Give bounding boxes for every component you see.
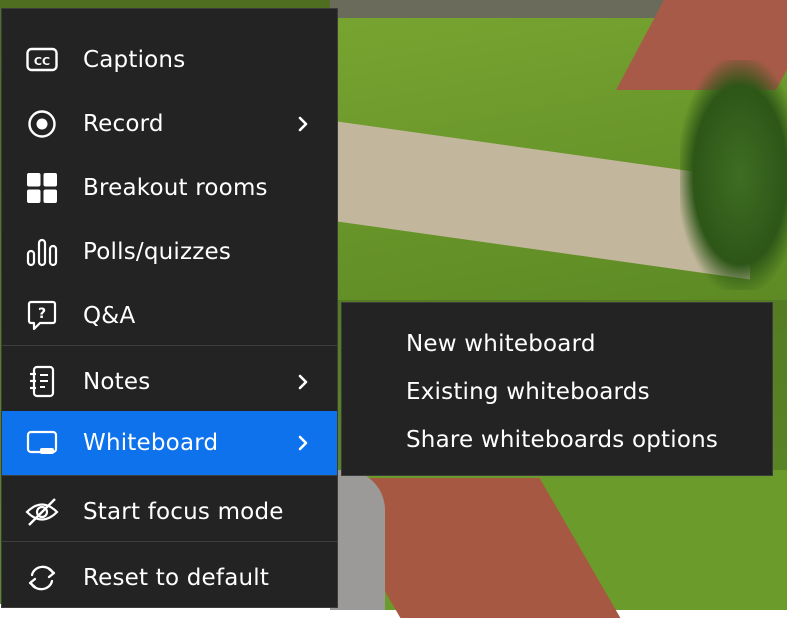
menu-item-label: Start focus mode bbox=[83, 499, 284, 525]
chevron-right-icon bbox=[295, 372, 311, 392]
svg-text:?: ? bbox=[38, 306, 46, 322]
menu-divider bbox=[2, 345, 337, 346]
reset-icon bbox=[24, 560, 60, 596]
menu-divider bbox=[2, 541, 337, 542]
menu-item-reset-to-default[interactable]: Reset to default bbox=[2, 546, 337, 610]
menu-item-breakout-rooms[interactable]: Breakout rooms bbox=[2, 156, 337, 220]
qa-icon: ? bbox=[24, 298, 60, 334]
focus-mode-icon bbox=[24, 494, 60, 530]
menu-item-label: Polls/quizzes bbox=[83, 239, 232, 265]
menu-item-label: Q&A bbox=[83, 303, 136, 329]
submenu-item-new-whiteboard[interactable]: New whiteboard bbox=[406, 331, 596, 357]
background-person bbox=[330, 470, 385, 610]
menu-divider bbox=[2, 475, 337, 476]
chevron-right-icon bbox=[295, 114, 311, 134]
background-curb bbox=[330, 0, 710, 18]
menu-item-qa[interactable]: ? Q&A bbox=[2, 284, 337, 348]
breakout-rooms-icon bbox=[24, 170, 60, 206]
whiteboard-submenu: New whiteboard Existing whiteboards Shar… bbox=[341, 302, 773, 476]
menu-item-polls-quizzes[interactable]: Polls/quizzes bbox=[2, 220, 337, 284]
whiteboard-icon bbox=[24, 425, 60, 461]
polls-icon bbox=[24, 234, 60, 270]
menu-item-label: Notes bbox=[83, 369, 151, 395]
more-options-menu: CC Captions Record Breakout rooms Polls/… bbox=[1, 8, 338, 608]
chevron-right-icon bbox=[295, 433, 311, 453]
menu-item-start-focus-mode[interactable]: Start focus mode bbox=[2, 480, 337, 544]
menu-item-label: Reset to default bbox=[83, 565, 270, 591]
svg-text:CC: CC bbox=[34, 55, 50, 68]
submenu-item-existing-whiteboards[interactable]: Existing whiteboards bbox=[406, 379, 650, 405]
notes-icon bbox=[24, 364, 60, 400]
background-tree bbox=[680, 60, 787, 290]
menu-item-record[interactable]: Record bbox=[2, 92, 337, 156]
menu-item-captions[interactable]: CC Captions bbox=[2, 28, 337, 92]
menu-item-notes[interactable]: Notes bbox=[2, 350, 337, 414]
menu-item-label: Captions bbox=[83, 47, 186, 73]
menu-item-label: Breakout rooms bbox=[83, 175, 268, 201]
submenu-item-share-whiteboards-options[interactable]: Share whiteboards options bbox=[406, 427, 718, 453]
captions-icon: CC bbox=[24, 42, 60, 78]
menu-item-whiteboard[interactable]: Whiteboard bbox=[2, 411, 337, 475]
menu-item-label: Record bbox=[83, 111, 164, 137]
record-icon bbox=[24, 106, 60, 142]
menu-item-label: Whiteboard bbox=[83, 430, 219, 456]
